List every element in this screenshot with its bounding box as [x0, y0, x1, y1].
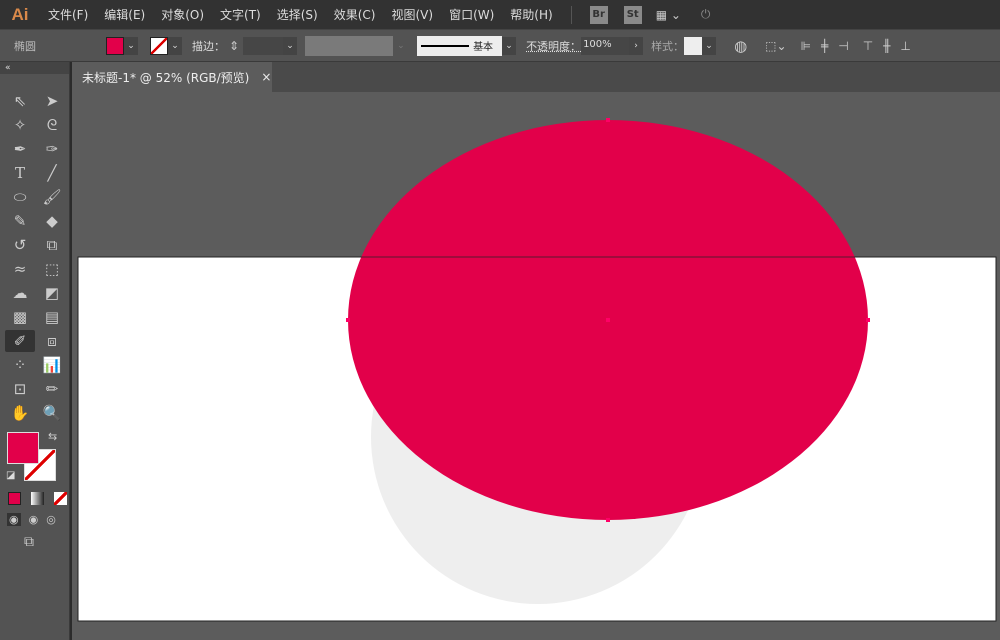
canvas[interactable] [72, 92, 1000, 640]
lasso-tool-icon[interactable]: ᘓ [37, 114, 67, 136]
magic-wand-tool-icon[interactable]: ✧ [5, 114, 35, 136]
style-dropdown[interactable]: ⌄ [702, 36, 717, 55]
document-tab[interactable]: 未标题-1* @ 52% (RGB/预览) × [72, 62, 272, 92]
menu-select[interactable]: 选择(S) [269, 6, 326, 23]
menu-edit[interactable]: 编辑(E) [96, 6, 153, 23]
variable-width-profile[interactable] [305, 35, 394, 56]
brush-style-label: 基本 [473, 42, 494, 53]
screen-mode-icon[interactable]: ⧉ [0, 534, 69, 550]
fill-stroke-control: ⇆ ◪ [0, 430, 69, 492]
fill-color-box[interactable] [7, 432, 39, 464]
brush-definition[interactable]: 基本 [417, 35, 503, 56]
fill-dropdown[interactable]: ⌄ [124, 36, 138, 55]
swap-colors-icon[interactable]: ⇆ [48, 430, 57, 443]
column-graph-tool-icon[interactable]: 📊 [37, 354, 67, 376]
shaper-tool-icon[interactable]: ✎ [5, 210, 35, 232]
default-colors-icon[interactable]: ◪ [6, 470, 15, 481]
mesh-tool-icon[interactable]: ▩ [5, 306, 35, 328]
tools-panel: « ⇖ ➤ ✧ ᘓ ✒ ✑ T ╱ ⬭ 🖌 ✎ ◆ ↺ ⧉ ≈ ⬚ ☁ ◩ ▩ … [0, 62, 70, 640]
align-right-icon[interactable]: ⊣ [838, 39, 848, 53]
free-transform-tool-icon[interactable]: ⬚ [37, 258, 67, 280]
eyedropper-tool-icon[interactable]: ✐ [5, 330, 35, 352]
divider [570, 5, 572, 24]
color-mode-row [0, 492, 69, 505]
bridge-button[interactable]: Br [589, 5, 608, 24]
artboard-tool-icon[interactable]: ⊡ [5, 378, 35, 400]
eraser-tool-icon[interactable]: ◆ [37, 210, 67, 232]
workspace-layout-icon[interactable]: ▦ ⌄ [656, 8, 681, 22]
align-top-icon[interactable]: ⊤ [863, 39, 873, 53]
menu-type[interactable]: 文字(T) [212, 6, 269, 23]
align-vcenter-icon[interactable]: ╫ [883, 39, 890, 53]
menu-effect[interactable]: 效果(C) [326, 6, 384, 23]
curvature-tool-icon[interactable]: ✑ [37, 138, 67, 160]
draw-mode-row: ◉ ◉ ◎ [0, 513, 69, 526]
menu-view[interactable]: 视图(V) [383, 6, 441, 23]
sync-icon[interactable]: ⏻ [701, 7, 711, 22]
zoom-tool-icon[interactable]: 🔍 [37, 402, 67, 424]
fill-swatch[interactable] [106, 36, 124, 55]
center-point [606, 318, 610, 322]
document-tab-bar: 未标题-1* @ 52% (RGB/预览) × [72, 62, 1000, 92]
anchor-bottom[interactable] [606, 518, 610, 522]
blend-tool-icon[interactable]: ⧈ [37, 330, 67, 352]
menu-window[interactable]: 窗口(W) [441, 6, 502, 23]
selection-tool-icon[interactable]: ⇖ [5, 90, 35, 112]
control-bar: 椭圆 ⌄ ⌄ 描边： ⇕ ⌄ ⌄ 基本 ⌄ 不透明度： 100% › 样式： ⌄… [0, 29, 1000, 62]
stock-button[interactable]: St [623, 5, 642, 24]
style-label: 样式： [651, 39, 685, 53]
draw-inside-icon[interactable]: ◎ [46, 513, 56, 526]
close-tab-icon[interactable]: × [261, 70, 271, 84]
menu-bar: Ai 文件(F) 编辑(E) 对象(O) 文字(T) 选择(S) 效果(C) 视… [0, 0, 1000, 29]
rotate-tool-icon[interactable]: ↺ [5, 234, 35, 256]
profile-dropdown[interactable]: ⌄ [397, 41, 411, 51]
draw-normal-icon[interactable]: ◉ [7, 513, 21, 526]
none-mode-button[interactable] [54, 492, 67, 505]
canvas-drawing [77, 118, 997, 622]
gradient-mode-button[interactable] [31, 492, 44, 505]
align-left-icon[interactable]: ⊫ [801, 39, 811, 53]
anchor-right[interactable] [866, 318, 870, 322]
paintbrush-tool-icon[interactable]: 🖌 [37, 186, 67, 208]
menu-file[interactable]: 文件(F) [40, 6, 96, 23]
stroke-label: 描边： [192, 39, 225, 53]
align-bottom-icon[interactable]: ⊥ [900, 39, 910, 53]
scale-tool-icon[interactable]: ⧉ [37, 234, 67, 256]
app-logo: Ai [11, 4, 29, 24]
gradient-tool-icon[interactable]: ▤ [37, 306, 67, 328]
align-hcenter-icon[interactable]: ╪ [821, 39, 828, 53]
opacity-label[interactable]: 不透明度： [526, 38, 581, 54]
stroke-swatch[interactable] [150, 36, 168, 55]
recolor-icon[interactable]: ◍ [734, 37, 747, 55]
line-tool-icon[interactable]: ╱ [37, 162, 67, 184]
menu-object[interactable]: 对象(O) [153, 6, 212, 23]
brush-dropdown[interactable]: ⌄ [502, 36, 517, 55]
opacity-input[interactable]: 100% [581, 36, 630, 55]
document-tab-title: 未标题-1* @ 52% (RGB/预览) [82, 70, 250, 85]
perspective-grid-tool-icon[interactable]: ◩ [37, 282, 67, 304]
opacity-arrow[interactable]: › [629, 36, 644, 55]
menu-help[interactable]: 帮助(H) [502, 6, 560, 23]
slice-tool-icon[interactable]: ✏ [37, 378, 67, 400]
shape-builder-tool-icon[interactable]: ☁ [5, 282, 35, 304]
ellipse-tool-icon[interactable]: ⬭ [5, 186, 35, 208]
stroke-weight-dropdown[interactable]: ⌄ [283, 36, 298, 55]
anchor-left[interactable] [346, 318, 350, 322]
stroke-weight-input[interactable] [243, 36, 284, 55]
transform-icon[interactable]: ⬚⌄ [765, 39, 786, 53]
stroke-weight-stepper[interactable]: ⇕ [229, 39, 239, 53]
warp-tool-icon[interactable]: ≈ [5, 258, 35, 280]
pen-tool-icon[interactable]: ✒ [5, 138, 35, 160]
direct-selection-tool-icon[interactable]: ➤ [37, 90, 67, 112]
stroke-dropdown[interactable]: ⌄ [168, 36, 182, 55]
draw-behind-icon[interactable]: ◉ [29, 513, 39, 526]
color-mode-button[interactable] [8, 492, 21, 505]
hand-tool-icon[interactable]: ✋ [5, 402, 35, 424]
symbol-sprayer-tool-icon[interactable]: ⁘ [5, 354, 35, 376]
type-tool-icon[interactable]: T [5, 162, 35, 184]
graphic-style-swatch[interactable] [684, 36, 703, 55]
anchor-top[interactable] [606, 118, 610, 122]
collapse-panel-icon[interactable]: « [0, 62, 69, 74]
object-type-label: 椭圆 [14, 39, 36, 53]
